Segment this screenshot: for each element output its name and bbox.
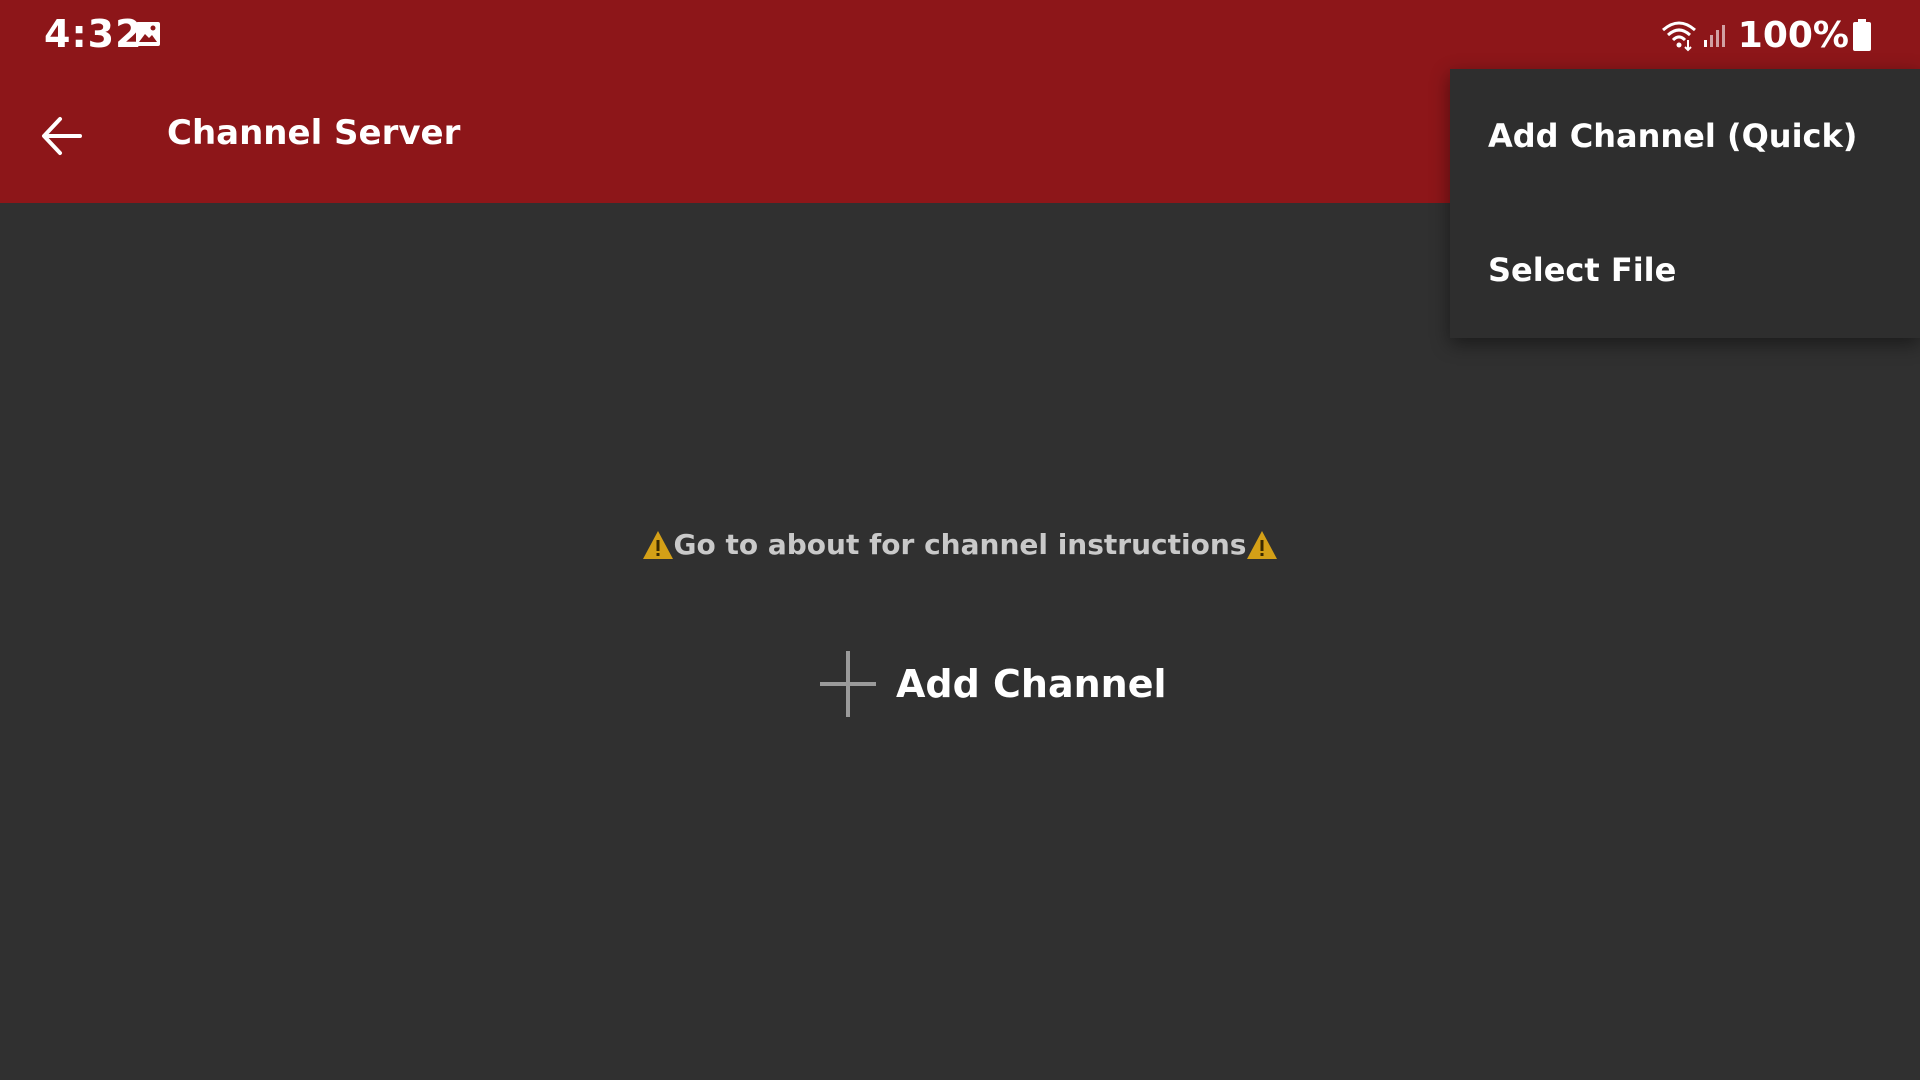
add-channel-button[interactable]: Add Channel: [818, 649, 1167, 719]
instructions-label: Go to about for channel instructions: [673, 528, 1247, 561]
status-bar: 4:32 100%: [0, 0, 1920, 70]
add-channel-label: Add Channel: [896, 662, 1167, 706]
status-time: 4:32: [44, 12, 143, 56]
overflow-menu: Add Channel (Quick) Select File: [1450, 69, 1920, 338]
back-arrow-icon: [42, 117, 82, 155]
warning-icon: [642, 530, 673, 559]
battery-icon: [1853, 19, 1871, 51]
battery-percent: 100%: [1737, 14, 1849, 56]
back-button[interactable]: [30, 104, 94, 168]
wifi-icon: [1661, 21, 1696, 52]
menu-item-select-file[interactable]: Select File: [1450, 203, 1920, 337]
page-title: Channel Server: [167, 113, 461, 153]
screen: 4:32 100% Channel Server Go to about for…: [0, 0, 1920, 1080]
instructions-text: Go to about for channel instructions: [0, 528, 1920, 561]
gallery-icon: [136, 22, 160, 46]
menu-item-add-channel-quick[interactable]: Add Channel (Quick): [1450, 69, 1920, 203]
plus-icon: [820, 651, 876, 717]
status-right: 100%: [1660, 10, 1871, 60]
warning-icon: [1247, 530, 1278, 559]
signal-icon: [1703, 25, 1725, 47]
